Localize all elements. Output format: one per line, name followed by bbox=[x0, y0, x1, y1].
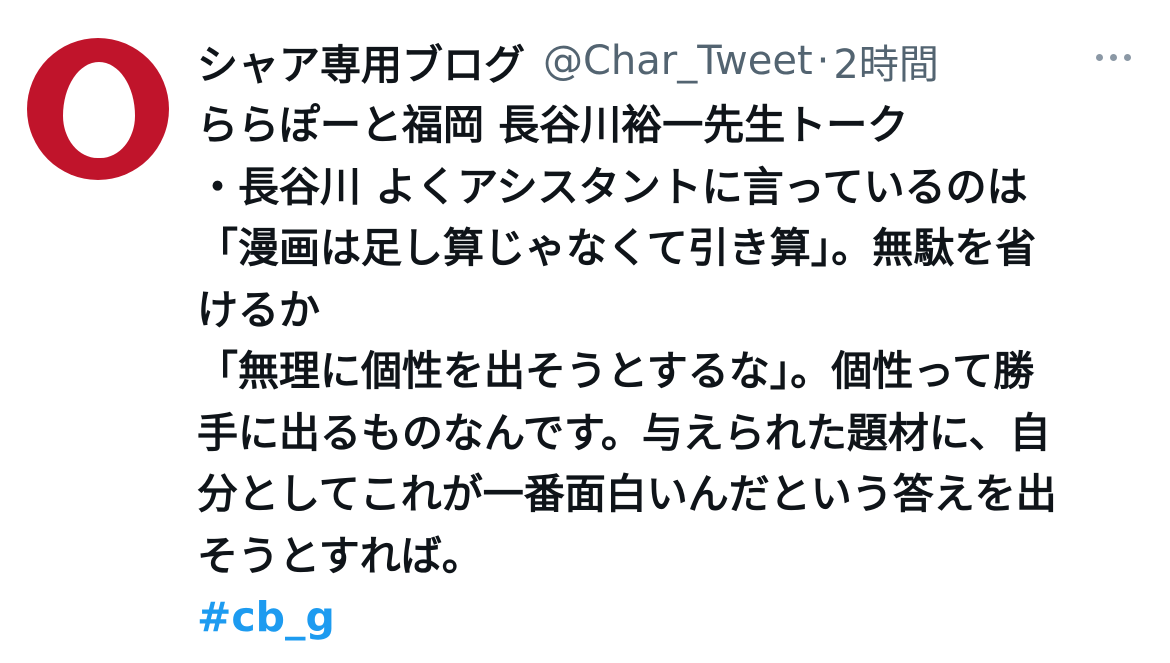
more-options-icon[interactable] bbox=[1096, 54, 1131, 61]
author-display-name[interactable]: シャア専用ブログ bbox=[197, 31, 525, 91]
tweet-text-line: 手に出るものなんです。与えられた題材に、自 bbox=[197, 408, 1051, 457]
egg-avatar-icon bbox=[63, 62, 135, 158]
author-avatar[interactable] bbox=[27, 38, 169, 180]
tweet: シャア専用ブログ @Char_Tweet · 2時間 ららぽーと福岡 長谷川裕一… bbox=[0, 0, 1170, 663]
tweet-text-line: ららぽーと福岡 長谷川裕一先生トーク bbox=[197, 101, 909, 149]
tweet-header: シャア専用ブログ @Char_Tweet · 2時間 bbox=[197, 36, 939, 89]
tweet-text-line: 「漫画は足し算じゃなくて引き算」。無駄を省 bbox=[197, 224, 1037, 272]
more-dot bbox=[1096, 54, 1103, 61]
tweet-timestamp[interactable]: 2時間 bbox=[833, 32, 938, 90]
tweet-text-line: そうとすれば。 bbox=[197, 531, 483, 580]
tweet-text-line: ・長谷川 よくアシスタントに言っているのは bbox=[197, 162, 1028, 211]
more-dot bbox=[1110, 54, 1117, 61]
header-separator: · bbox=[816, 38, 830, 84]
more-dot bbox=[1124, 54, 1131, 61]
tweet-text-line: 分としてこれが一番面白いんだという答えを出 bbox=[197, 470, 1057, 518]
hashtag-link[interactable]: #cb_g bbox=[197, 593, 335, 641]
author-handle[interactable]: @Char_Tweet bbox=[543, 38, 813, 84]
tweet-body: ららぽーと福岡 長谷川裕一先生トーク ・長谷川 よくアシスタントに言っているのは… bbox=[197, 95, 1147, 649]
tweet-text-line: けるか bbox=[197, 285, 320, 334]
tweet-text-line: 「無理に個性を出そうとするな」。個性って勝 bbox=[197, 347, 1035, 395]
